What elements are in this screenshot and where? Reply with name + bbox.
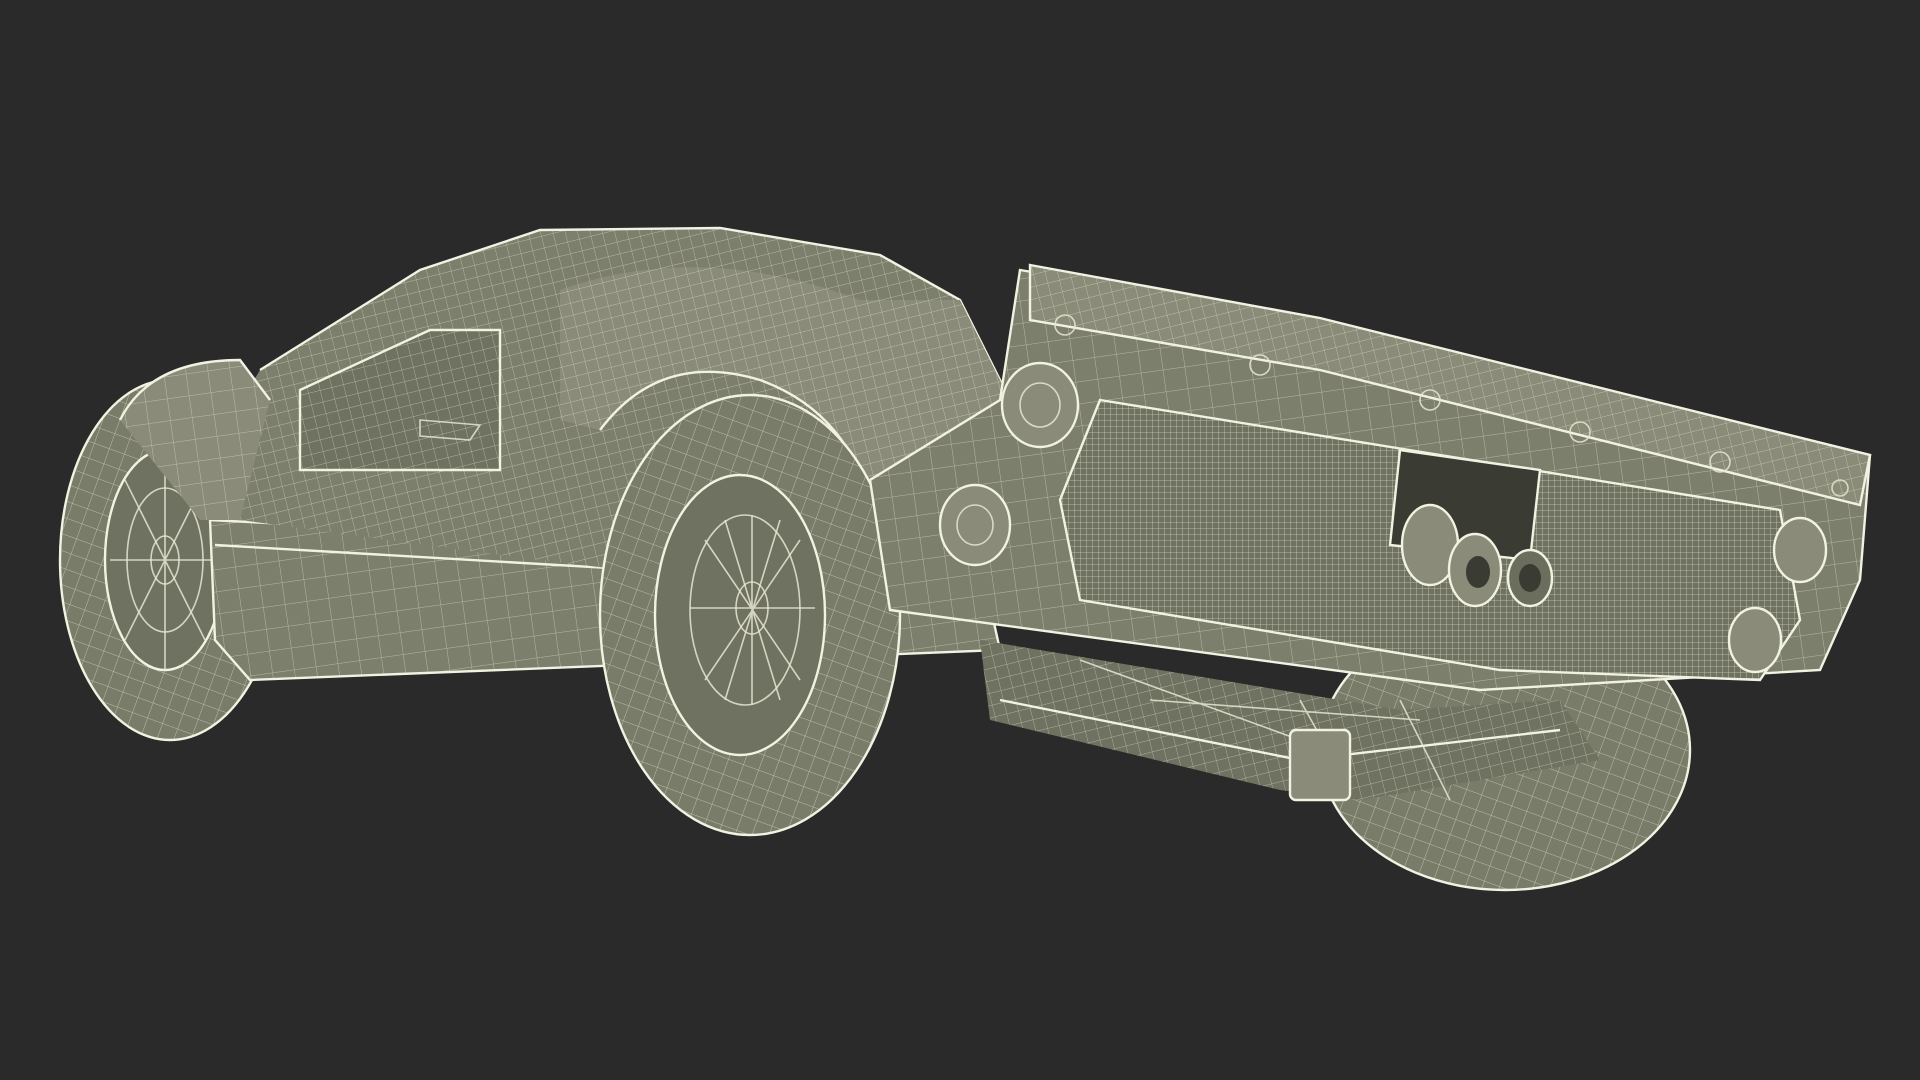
rear-panel (868, 263, 1872, 692)
rear-wheel-icon (598, 393, 902, 837)
render-viewport (0, 0, 1920, 1080)
car-wireframe-render (58, 226, 1872, 892)
